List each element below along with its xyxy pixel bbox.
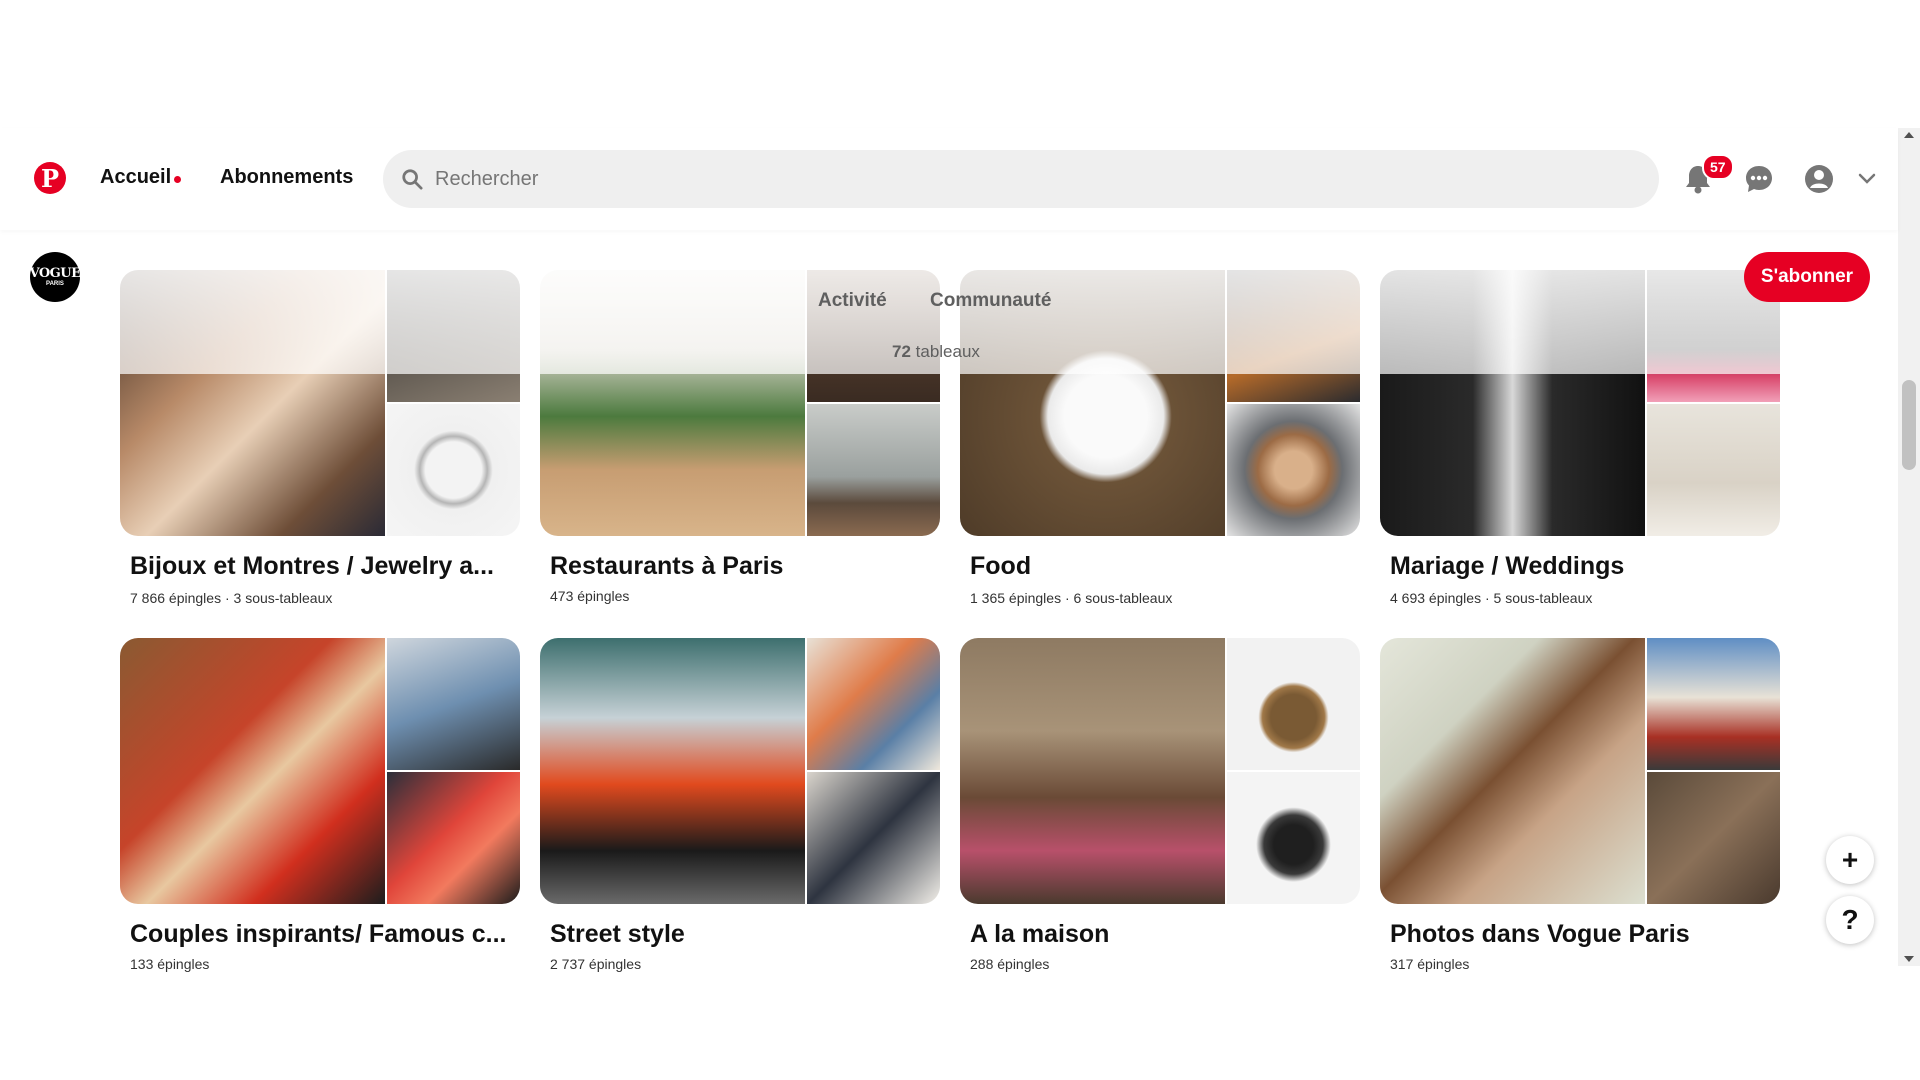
board-cover-image — [1227, 772, 1360, 904]
board-meta: 133 épingles — [130, 956, 210, 972]
board-meta: 288 épingles — [970, 956, 1050, 972]
subscribe-button[interactable]: S'abonner — [1744, 252, 1870, 302]
board-title[interactable]: Restaurants à Paris — [550, 552, 783, 581]
chevron-down-icon — [1858, 173, 1876, 184]
board-cover-image — [1227, 404, 1360, 536]
board-title[interactable]: Mariage / Weddings — [1390, 552, 1624, 581]
nav-following-link[interactable]: Abonnements — [220, 166, 353, 189]
user-avatar-icon — [1805, 165, 1833, 193]
board-cover-image — [1647, 638, 1780, 770]
board-cover-image — [807, 638, 940, 770]
board-title[interactable]: Couples inspirants/ Famous c... — [130, 920, 506, 949]
board-cover-image — [807, 772, 940, 904]
board-cover-image — [387, 772, 520, 904]
board-cover-image — [387, 404, 520, 536]
board-count-label: tableaux — [910, 342, 980, 361]
board-card[interactable]: Street style 2 737 épingles — [540, 638, 940, 972]
chat-bubble-icon — [1746, 166, 1772, 192]
avatar-text-paris: PARIS — [46, 280, 64, 287]
search-bar[interactable] — [383, 150, 1659, 208]
board-cover-image — [1647, 772, 1780, 904]
board-title[interactable]: Food — [970, 552, 1031, 581]
scroll-down-arrow-icon[interactable] — [1904, 956, 1914, 962]
board-title[interactable]: Street style — [550, 920, 685, 949]
board-meta: 4 693 épingles · 5 sous-tableaux — [1390, 590, 1593, 606]
board-title[interactable]: A la maison — [970, 920, 1109, 949]
board-cover[interactable] — [1380, 638, 1780, 904]
board-cover-image — [1227, 638, 1360, 770]
vogue-paris-avatar[interactable]: VOGUE PARIS — [29, 252, 81, 302]
search-icon — [402, 169, 423, 190]
board-card[interactable]: Photos dans Vogue Paris 317 épingles — [1380, 638, 1780, 972]
search-input[interactable] — [435, 167, 1659, 191]
tab-community[interactable]: Communauté — [930, 290, 1051, 312]
board-cover[interactable] — [960, 638, 1360, 904]
board-meta: 2 737 épingles — [550, 956, 642, 972]
notifications-count-badge: 57 — [1702, 154, 1734, 180]
board-cover-image — [960, 638, 1225, 904]
scroll-thumb[interactable] — [1902, 380, 1916, 470]
board-card[interactable]: Couples inspirants/ Famous c... 133 épin… — [120, 638, 520, 972]
question-mark-icon: ? — [1841, 904, 1859, 935]
board-meta: 7 866 épingles · 3 sous-tableaux — [130, 590, 333, 606]
profile-button[interactable] — [1802, 162, 1836, 196]
board-cover[interactable] — [120, 638, 520, 904]
board-cover-image — [387, 638, 520, 770]
board-cover-image — [120, 638, 385, 904]
avatar-text-vogue: VOGUE — [29, 265, 81, 281]
create-button[interactable]: + — [1826, 836, 1874, 884]
board-cover-image — [1647, 404, 1780, 536]
pinterest-logo-icon[interactable]: P — [34, 162, 66, 194]
board-count: 72 tableaux — [892, 342, 980, 362]
board-title[interactable]: Bijoux et Montres / Jewelry a... — [130, 552, 494, 581]
messages-button[interactable] — [1742, 162, 1776, 196]
board-meta: 1 365 épingles · 6 sous-tableaux — [970, 590, 1173, 606]
plus-icon: + — [1841, 844, 1859, 875]
nav-home-link[interactable]: Accueil — [100, 166, 171, 189]
help-button[interactable]: ? — [1826, 896, 1874, 944]
vertical-scrollbar[interactable] — [1898, 128, 1920, 966]
board-meta: 473 épingles — [550, 588, 630, 604]
top-navigation-bar: P Accueil Abonnements 57 — [0, 128, 1898, 230]
scroll-up-arrow-icon[interactable] — [1904, 132, 1914, 138]
board-cover-image — [540, 638, 805, 904]
account-menu-button[interactable] — [1850, 162, 1884, 196]
home-unread-dot — [174, 176, 181, 183]
tab-activity[interactable]: Activité — [818, 290, 887, 312]
board-cover[interactable] — [540, 638, 940, 904]
board-title[interactable]: Photos dans Vogue Paris — [1390, 920, 1690, 949]
board-count-number: 72 — [892, 342, 911, 361]
board-meta: 317 épingles — [1390, 956, 1470, 972]
board-card[interactable]: A la maison 288 épingles — [960, 638, 1360, 972]
board-cover-image — [807, 404, 940, 536]
board-cover-image — [1380, 638, 1645, 904]
